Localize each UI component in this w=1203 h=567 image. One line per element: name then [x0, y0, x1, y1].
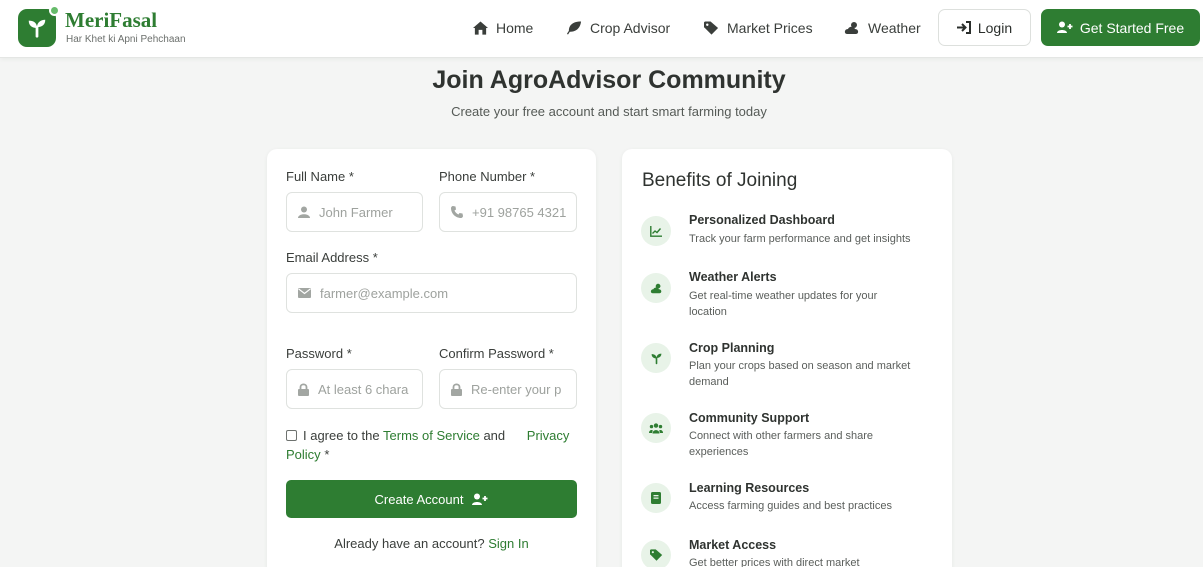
brand-name[interactable]: MeriFasal: [65, 8, 157, 33]
benefit-icon-wrap: [641, 413, 671, 443]
logo-dot: [49, 5, 60, 16]
brand-tagline: Har Khet ki Apni Pehchaan: [66, 34, 186, 45]
benefit-icon-wrap: [641, 216, 671, 246]
password-placeholder: At least 6 chara: [318, 381, 409, 397]
email-field[interactable]: farmer@example.com: [286, 273, 577, 313]
benefit-title: Weather Alerts: [689, 270, 777, 284]
benefits-title: Benefits of Joining: [642, 170, 798, 191]
terms-checkbox[interactable]: [286, 430, 297, 441]
phone-icon: [451, 206, 463, 218]
home-icon: [473, 21, 488, 35]
terms-link[interactable]: Terms of Service: [383, 428, 480, 443]
benefit-icon-wrap: [641, 483, 671, 513]
logo[interactable]: [18, 5, 60, 47]
full-name-label: Full Name *: [286, 169, 354, 184]
page-subtitle: Create your free account and start smart…: [451, 104, 767, 119]
agree-and: and: [483, 428, 506, 443]
benefit-desc: Track your farm performance and get insi…: [689, 233, 911, 245]
benefit-icon-wrap: [641, 273, 671, 303]
benefit-desc: Get real-time weather updates for your l…: [689, 290, 878, 318]
benefit-title: Crop Planning: [689, 341, 775, 355]
cloud-sun-icon: [650, 283, 661, 293]
nav-weather[interactable]: Weather: [844, 16, 921, 40]
lock-icon: [451, 382, 462, 396]
phone-placeholder: +91 98765 4321: [472, 204, 567, 220]
sign-in-link[interactable]: Sign In: [488, 536, 528, 551]
login-button[interactable]: Login: [938, 9, 1031, 46]
confirm-password-placeholder: Re-enter your p: [471, 381, 562, 397]
have-account-text: Already have an account?: [334, 536, 485, 551]
agree-prefix: I agree to the: [303, 428, 380, 443]
benefit-icon-wrap: [641, 540, 671, 567]
cloud-sun-icon: [844, 22, 859, 34]
benefit-title: Learning Resources: [689, 481, 810, 495]
tags-icon: [649, 549, 662, 561]
get-started-button[interactable]: Get Started Free: [1041, 9, 1200, 46]
phone-label: Phone Number *: [439, 169, 536, 184]
benefit-title: Personalized Dashboard: [689, 213, 835, 227]
agree-suffix: *: [324, 447, 330, 462]
seedling-icon: [28, 19, 46, 38]
email-label: Email Address *: [286, 250, 378, 265]
top-navbar: MeriFasal Har Khet ki Apni Pehchaan Home…: [0, 0, 1203, 58]
page-title: Join AgroAdvisor Community: [432, 66, 786, 94]
users-icon: [649, 422, 663, 433]
sign-in-icon: [956, 21, 971, 34]
benefit-title: Community Support: [689, 411, 810, 425]
full-name-field[interactable]: John Farmer: [286, 192, 423, 232]
benefit-desc: Get better prices with direct market: [689, 557, 860, 567]
confirm-password-label: Confirm Password *: [439, 346, 554, 361]
signin-prompt: Already have an account? Sign In: [286, 536, 577, 551]
terms-agreement: I agree to the Terms of Service and Priv…: [286, 426, 576, 464]
nav-home[interactable]: Home: [473, 16, 533, 40]
nav-crop-advisor-label: Crop Advisor: [590, 20, 671, 36]
login-label: Login: [977, 19, 1013, 36]
user-icon: [298, 206, 310, 218]
user-plus-icon: [472, 493, 488, 505]
nav-weather-label: Weather: [868, 20, 921, 36]
password-field[interactable]: At least 6 chara: [286, 369, 423, 409]
nav-market-prices[interactable]: Market Prices: [704, 16, 813, 40]
benefit-title: Market Access: [689, 538, 777, 552]
email-placeholder: farmer@example.com: [320, 285, 449, 301]
benefit-desc: Connect with other farmers and share exp…: [689, 430, 874, 458]
envelope-icon: [298, 288, 311, 298]
get-started-label: Get Started Free: [1079, 19, 1185, 36]
benefit-desc: Plan your crops based on season and mark…: [689, 360, 911, 388]
tag-icon: [704, 21, 719, 35]
chart-line-icon: [650, 225, 662, 237]
confirm-password-field[interactable]: Re-enter your p: [439, 369, 577, 409]
benefit-desc: Access farming guides and best practices: [689, 500, 892, 512]
lock-icon: [298, 382, 309, 396]
book-icon: [651, 492, 661, 504]
phone-field[interactable]: +91 98765 4321: [439, 192, 577, 232]
nav-market-prices-label: Market Prices: [727, 20, 813, 36]
nav-home-label: Home: [496, 20, 534, 36]
nav-crop-advisor[interactable]: Crop Advisor: [567, 16, 670, 40]
full-name-placeholder: John Farmer: [319, 204, 393, 220]
seedling-icon: [651, 353, 661, 364]
leaf-icon: [567, 21, 582, 35]
password-label: Password *: [286, 346, 352, 361]
create-account-label: Create Account: [374, 491, 464, 507]
benefit-icon-wrap: [641, 343, 671, 373]
create-account-button[interactable]: Create Account: [286, 480, 577, 518]
user-plus-icon: [1056, 21, 1073, 33]
